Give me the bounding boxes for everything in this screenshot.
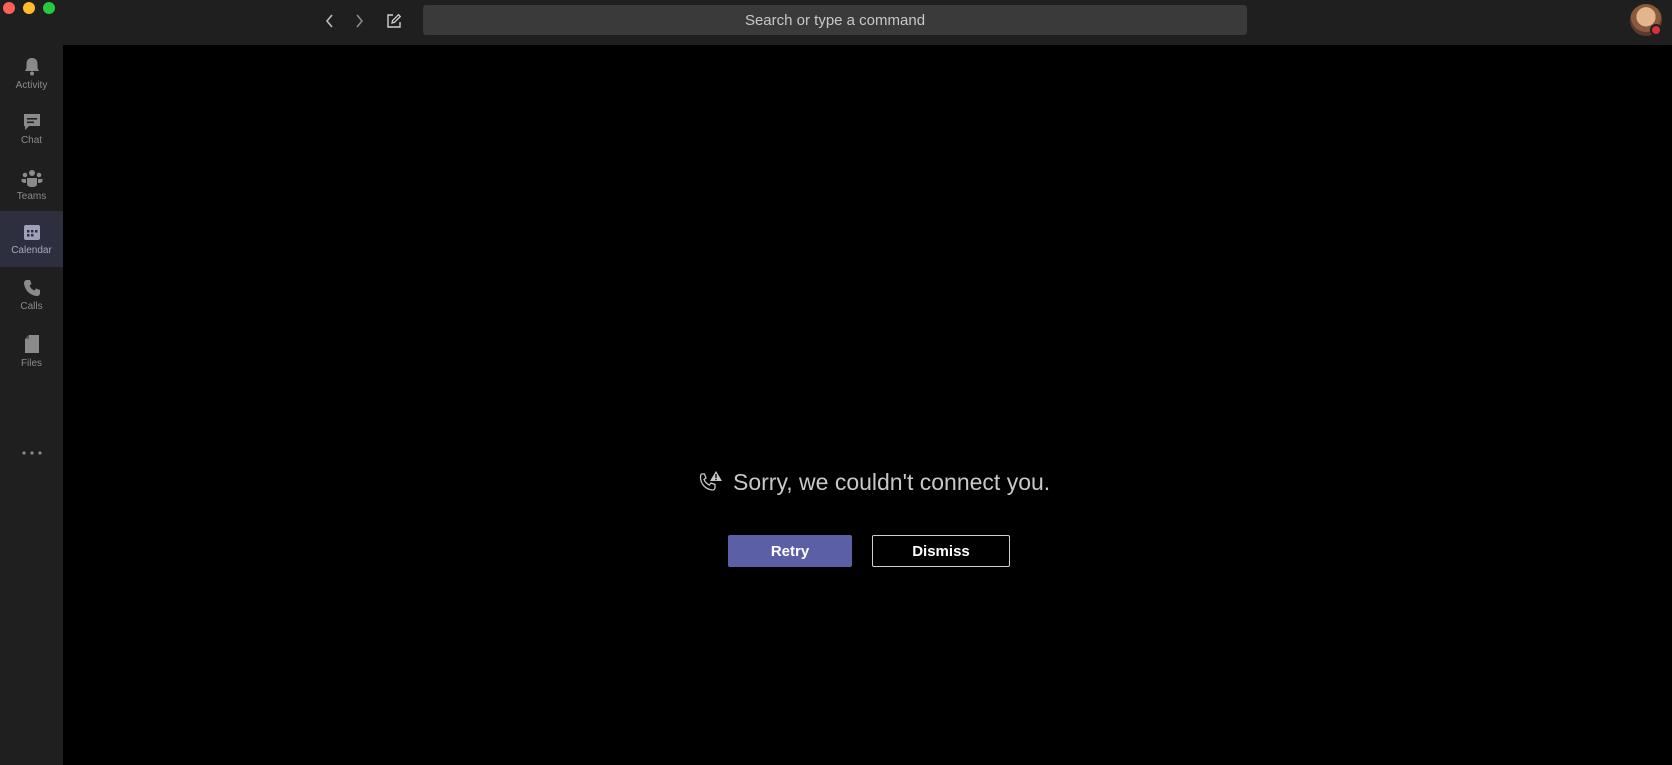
call-error-message: Sorry, we couldn't connect you. xyxy=(697,466,1050,498)
bell-icon xyxy=(24,57,39,75)
search-placeholder: Search or type a command xyxy=(744,11,926,29)
rail-item-label: Calls xyxy=(20,300,43,312)
close-window-button[interactable] xyxy=(3,2,15,14)
call-warning-icon xyxy=(699,471,722,491)
phone-icon xyxy=(23,279,40,296)
retry-button[interactable]: Retry xyxy=(728,535,852,567)
rail-item-label: Files xyxy=(20,357,43,369)
chevron-right-icon xyxy=(356,14,364,28)
forward-button[interactable] xyxy=(346,8,372,34)
calendar-icon xyxy=(23,224,40,240)
compose-icon xyxy=(387,13,402,28)
more-icon xyxy=(21,451,42,455)
teams-window: Search or type a command Activity Chat T… xyxy=(0,0,1672,765)
rail-item-calendar[interactable]: Calendar xyxy=(0,211,63,267)
window-controls xyxy=(3,2,55,14)
title-bar: Search or type a command xyxy=(0,0,1672,45)
minimize-window-button[interactable] xyxy=(23,2,35,14)
rail-item-teams[interactable]: Teams xyxy=(0,157,63,213)
search-input[interactable]: Search or type a command xyxy=(423,5,1247,35)
error-message-text: Sorry, we couldn't connect you. xyxy=(733,468,1051,495)
rail-item-files[interactable]: Files xyxy=(0,323,63,379)
rail-item-label: Teams xyxy=(16,190,47,202)
rail-item-calls[interactable]: Calls xyxy=(0,267,63,323)
app-rail: Activity Chat Teams Calendar Calls Files xyxy=(0,45,63,765)
file-icon xyxy=(24,334,39,353)
rail-item-label: Calendar xyxy=(11,244,52,256)
rail-item-label: Chat xyxy=(20,134,43,146)
rail-item-label: Activity xyxy=(15,79,48,91)
chevron-left-icon xyxy=(325,14,333,28)
new-chat-button[interactable] xyxy=(381,8,407,34)
teams-icon xyxy=(21,169,42,187)
presence-status-badge xyxy=(1650,24,1662,36)
maximize-window-button[interactable] xyxy=(43,2,55,14)
rail-item-chat[interactable]: Chat xyxy=(0,101,63,157)
chat-icon xyxy=(23,113,40,130)
call-error-panel xyxy=(63,45,1672,765)
back-button[interactable] xyxy=(317,8,343,34)
rail-item-activity[interactable]: Activity xyxy=(0,45,63,101)
dismiss-button[interactable]: Dismiss xyxy=(872,535,1010,567)
more-apps-button[interactable] xyxy=(0,433,63,473)
